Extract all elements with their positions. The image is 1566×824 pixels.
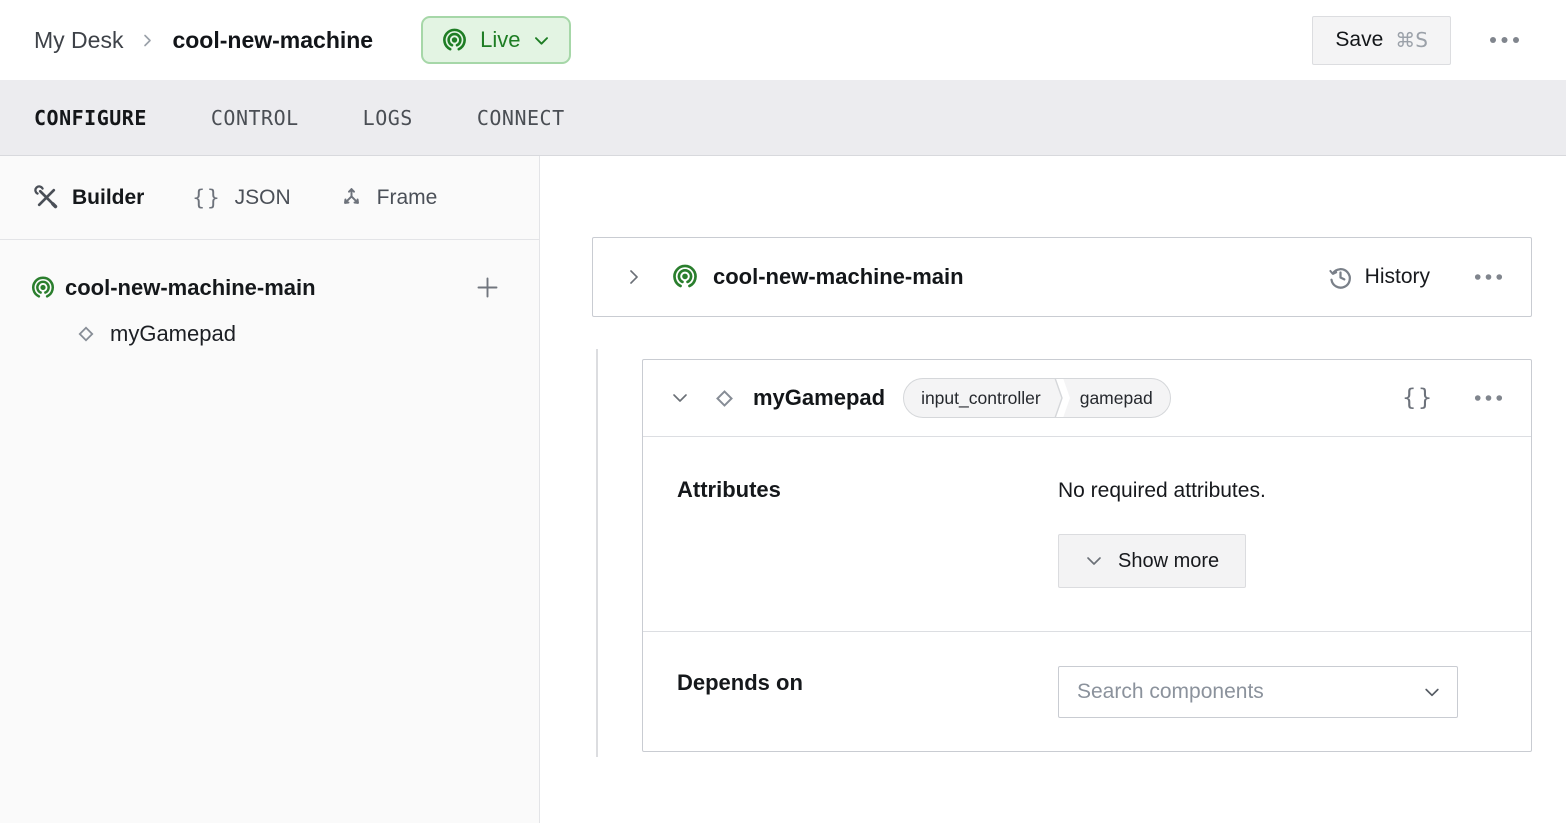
tab-connect[interactable]: CONNECT xyxy=(477,106,565,130)
tab-configure[interactable]: CONFIGURE xyxy=(34,106,147,130)
live-status-dropdown[interactable]: Live xyxy=(421,16,571,64)
component-diamond-icon xyxy=(711,385,738,412)
config-main-panel: cool-new-machine-main History xyxy=(540,156,1566,823)
show-more-button-label: Show more xyxy=(1118,550,1219,573)
page-body: Builder {} JSON Frame xyxy=(0,156,1566,823)
depends-on-select[interactable]: Search components xyxy=(1058,666,1458,718)
edit-json-icon[interactable]: {} xyxy=(1402,385,1434,411)
show-more-button[interactable]: Show more xyxy=(1058,534,1246,588)
mode-frame[interactable]: Frame xyxy=(339,185,438,210)
badge-chevron-divider-icon xyxy=(1053,378,1070,418)
chevron-down-icon xyxy=(1085,552,1103,570)
machine-part-card: cool-new-machine-main History xyxy=(592,237,1532,317)
component-model-badge: gamepad xyxy=(1070,388,1170,409)
component-card-menu-button[interactable] xyxy=(1472,388,1505,408)
chevron-down-icon xyxy=(1422,682,1442,702)
mode-builder-label: Builder xyxy=(72,186,144,210)
component-card: myGamepad input_controller gamepad {} xyxy=(642,359,1532,752)
tree-item-machine[interactable]: cool-new-machine-main xyxy=(30,274,501,301)
component-title: myGamepad xyxy=(753,385,885,411)
breadcrumb-root-link[interactable]: My Desk xyxy=(34,27,123,54)
attributes-section: Attributes No required attributes. Show … xyxy=(643,436,1531,631)
breadcrumb-current: cool-new-machine xyxy=(172,27,373,54)
tab-control[interactable]: CONTROL xyxy=(211,106,299,130)
mode-json-label: JSON xyxy=(235,186,291,210)
component-diamond-icon xyxy=(74,322,98,346)
save-button-label: Save xyxy=(1335,28,1383,52)
machine-part-title: cool-new-machine-main xyxy=(713,264,964,290)
component-tree: cool-new-machine-main myGamepad xyxy=(0,240,539,347)
config-sidebar: Builder {} JSON Frame xyxy=(0,156,540,823)
breadcrumb: My Desk cool-new-machine xyxy=(34,27,373,54)
add-component-button[interactable] xyxy=(474,274,501,301)
tree-item-component-label: myGamepad xyxy=(110,321,236,347)
tab-logs[interactable]: LOGS xyxy=(363,106,413,130)
attributes-empty-text: No required attributes. xyxy=(1058,479,1266,503)
frame-axes-icon xyxy=(339,185,364,210)
depends-on-section: Depends on Search components xyxy=(643,631,1531,751)
history-button[interactable]: History xyxy=(1327,264,1430,291)
component-api-badge: input_controller xyxy=(904,388,1053,409)
tree-item-machine-label: cool-new-machine-main xyxy=(65,275,316,301)
tree-item-component[interactable]: myGamepad xyxy=(30,321,501,347)
history-button-label: History xyxy=(1365,265,1430,289)
mode-builder[interactable]: Builder xyxy=(34,185,144,210)
depends-on-label: Depends on xyxy=(643,632,1058,751)
save-shortcut-hint: ⌘S xyxy=(1395,28,1428,52)
chevron-down-icon xyxy=(532,31,551,50)
broadcast-icon xyxy=(441,27,468,54)
main-tab-bar: CONFIGURE CONTROL LOGS CONNECT xyxy=(0,81,1566,156)
tools-icon xyxy=(34,185,59,210)
chevron-right-icon xyxy=(140,33,155,48)
live-status-label: Live xyxy=(480,27,520,53)
component-type-badge: input_controller gamepad xyxy=(903,378,1171,418)
depends-on-placeholder: Search components xyxy=(1077,680,1264,704)
attributes-label: Attributes xyxy=(643,437,1058,631)
top-bar: My Desk cool-new-machine Live Save ⌘S xyxy=(0,0,1566,81)
braces-icon: {} xyxy=(192,186,221,210)
mode-frame-label: Frame xyxy=(377,186,438,210)
depends-on-body: Search components xyxy=(1058,632,1458,751)
topbar-overflow-menu-button[interactable] xyxy=(1487,30,1522,50)
save-button[interactable]: Save ⌘S xyxy=(1312,16,1451,65)
chevron-down-icon[interactable] xyxy=(667,385,693,411)
mode-json[interactable]: {} JSON xyxy=(192,186,290,210)
component-card-header: myGamepad input_controller gamepad {} xyxy=(643,360,1531,436)
view-mode-switcher: Builder {} JSON Frame xyxy=(0,156,539,240)
chevron-right-icon[interactable] xyxy=(621,264,647,290)
history-clock-icon xyxy=(1327,264,1354,291)
machine-card-menu-button[interactable] xyxy=(1472,267,1505,287)
tree-guide-line xyxy=(596,349,598,757)
attributes-body: No required attributes. Show more xyxy=(1058,437,1266,631)
machine-part-icon xyxy=(30,275,56,301)
machine-part-icon xyxy=(671,263,699,291)
